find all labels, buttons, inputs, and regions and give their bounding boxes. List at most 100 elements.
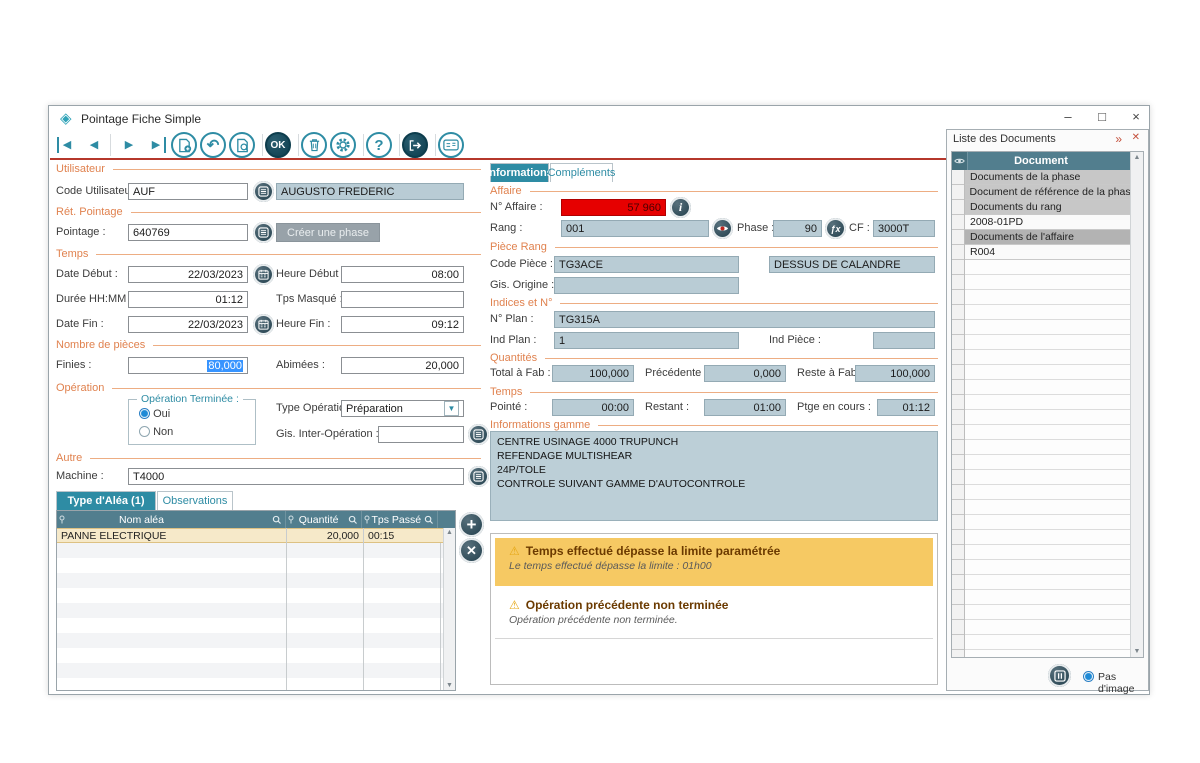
document-row[interactable]: Documents de la phase: [952, 170, 1130, 185]
remove-alea-button[interactable]: ✕: [459, 538, 484, 563]
gis-inter-lookup-button[interactable]: [468, 424, 489, 445]
scroll-down-icon[interactable]: ▼: [1131, 648, 1143, 655]
documents-header-corner[interactable]: [952, 152, 968, 170]
documents-column-header[interactable]: Document: [952, 152, 1130, 170]
pin-icon: [59, 515, 65, 524]
heure-debut-label: Heure Début :: [276, 268, 344, 280]
date-debut-input[interactable]: 22/03/2023: [128, 266, 248, 283]
ptge-en-cours-field: 01:12: [877, 399, 935, 416]
toolbar-separator: [399, 134, 400, 156]
section-utilisateur: Utilisateur: [56, 163, 481, 175]
document-add-icon: [177, 138, 192, 153]
warning-item[interactable]: ⚠Opération précédente non terminée Opéra…: [495, 592, 933, 636]
alea-table-body: [57, 528, 443, 690]
chevron-down-icon[interactable]: ▼: [444, 401, 459, 416]
nav-prev-button[interactable]: ◀: [85, 137, 103, 153]
list-icon: [258, 227, 269, 238]
pointage-window: ◈ Pointage Fiche Simple – □ × ◀ ◀ ▶ ▶ ↶ …: [48, 105, 1150, 695]
heure-fin-input[interactable]: 09:12: [341, 316, 464, 333]
precedente-label: Précédente :: [645, 367, 707, 379]
n-affaire-input[interactable]: 57 960: [561, 199, 666, 216]
tab-complements[interactable]: Compléments: [550, 163, 613, 182]
ok-button[interactable]: OK: [265, 132, 291, 158]
exit-button[interactable]: [402, 132, 428, 158]
pointage-lookup-button[interactable]: [253, 222, 274, 243]
duree-input[interactable]: 01:12: [128, 291, 248, 308]
pas-dimage-label: Pas d'image: [1098, 671, 1148, 695]
documents-empty-rows: [952, 260, 1130, 657]
alea-table-scrollbar[interactable]: ▲ ▼: [443, 528, 455, 690]
minimize-button[interactable]: –: [1057, 109, 1079, 127]
machine-lookup-button[interactable]: [468, 466, 489, 487]
panel-close-icon[interactable]: ✕: [1132, 132, 1140, 143]
restant-label: Restant :: [645, 401, 689, 413]
date-debut-label: Date Début :: [56, 268, 118, 280]
radio-on-icon: [139, 408, 150, 419]
document-row[interactable]: Documents du rang: [952, 200, 1130, 215]
document-row[interactable]: Document de référence de la phase: [952, 185, 1130, 200]
gis-inter-input[interactable]: [378, 426, 464, 443]
tps-masque-input[interactable]: [341, 291, 464, 308]
date-fin-calendar-button[interactable]: [253, 314, 274, 335]
creer-une-phase-button[interactable]: Créer une phase: [276, 223, 380, 242]
preview-document-button[interactable]: [229, 132, 255, 158]
column-header-tps-passe[interactable]: Tps Passé: [362, 511, 438, 528]
scroll-up-icon[interactable]: ▲: [1131, 154, 1143, 161]
documents-scrollbar[interactable]: ▲ ▼: [1130, 152, 1143, 657]
radio-oui[interactable]: Oui: [139, 408, 170, 420]
affaire-info-button[interactable]: i: [670, 197, 691, 218]
date-fin-label: Date Fin :: [56, 318, 104, 330]
machine-input[interactable]: T4000: [128, 468, 464, 485]
help-button[interactable]: ?: [366, 132, 392, 158]
tps-masque-label: Tps Masqué :: [276, 293, 343, 305]
n-plan-field: TG315A: [554, 311, 935, 328]
nav-last-button[interactable]: ▶: [148, 137, 166, 153]
finies-input[interactable]: 80,000: [128, 357, 248, 374]
phase-fx-button[interactable]: ƒx: [825, 218, 846, 239]
section-info-gamme: Informations gamme: [490, 419, 938, 431]
date-debut-calendar-button[interactable]: [253, 264, 274, 285]
delete-button[interactable]: [301, 132, 327, 158]
scroll-down-icon[interactable]: ▼: [444, 682, 455, 689]
image-viewer-button[interactable]: [1048, 664, 1071, 687]
column-header-quantite[interactable]: Quantité: [286, 511, 362, 528]
tab-type-alea[interactable]: Type d'Aléa (1): [56, 491, 156, 510]
pointage-input[interactable]: 640769: [128, 224, 248, 241]
document-row[interactable]: R004: [952, 245, 1130, 260]
code-utilisateur-input[interactable]: AUF: [128, 183, 248, 200]
x-icon: ✕: [466, 543, 477, 559]
maximize-button[interactable]: □: [1091, 109, 1113, 127]
badge-button[interactable]: [438, 132, 464, 158]
scroll-up-icon[interactable]: ▲: [444, 529, 455, 536]
undo-button[interactable]: ↶: [200, 132, 226, 158]
warning-item[interactable]: ⚠Temps effectué dépasse la limite paramé…: [495, 538, 933, 586]
document-row[interactable]: 2008-01PD: [952, 215, 1130, 230]
pas-dimage-radio[interactable]: [1083, 671, 1094, 682]
nav-next-button[interactable]: ▶: [120, 137, 138, 153]
abimees-input[interactable]: 20,000: [341, 357, 464, 374]
expand-chevrons-icon[interactable]: »: [1115, 132, 1122, 146]
alea-row-nom[interactable]: PANNE ELECTRIQUE: [57, 528, 286, 543]
code-utilisateur-lookup-button[interactable]: [253, 181, 274, 202]
heure-debut-input[interactable]: 08:00: [341, 266, 464, 283]
close-button[interactable]: ×: [1125, 109, 1147, 127]
document-row-selected[interactable]: Documents de l'affaire: [952, 230, 1130, 245]
alea-row-tps[interactable]: 00:15: [364, 528, 445, 543]
nav-first-button[interactable]: ◀: [57, 137, 75, 153]
new-document-button[interactable]: [171, 132, 197, 158]
calendar-icon: [258, 319, 269, 330]
rang-eye-button[interactable]: [712, 218, 733, 239]
window-title: Pointage Fiche Simple: [81, 112, 201, 126]
pointage-label: Pointage :: [56, 226, 106, 238]
alea-row-quantite[interactable]: 20,000: [287, 528, 363, 543]
radio-non[interactable]: Non: [139, 426, 173, 438]
add-alea-button[interactable]: +: [459, 512, 484, 537]
tab-informations[interactable]: Informations: [490, 163, 549, 182]
type-operation-select[interactable]: Préparation ▼: [341, 400, 464, 417]
alea-table-header: Nom aléa Quantité Tps Passé: [57, 511, 455, 528]
column-header-nom-alea[interactable]: Nom aléa: [57, 511, 286, 528]
machine-label: Machine :: [56, 470, 104, 482]
tab-observations[interactable]: Observations: [157, 491, 233, 510]
settings-button[interactable]: [330, 132, 356, 158]
date-fin-input[interactable]: 22/03/2023: [128, 316, 248, 333]
